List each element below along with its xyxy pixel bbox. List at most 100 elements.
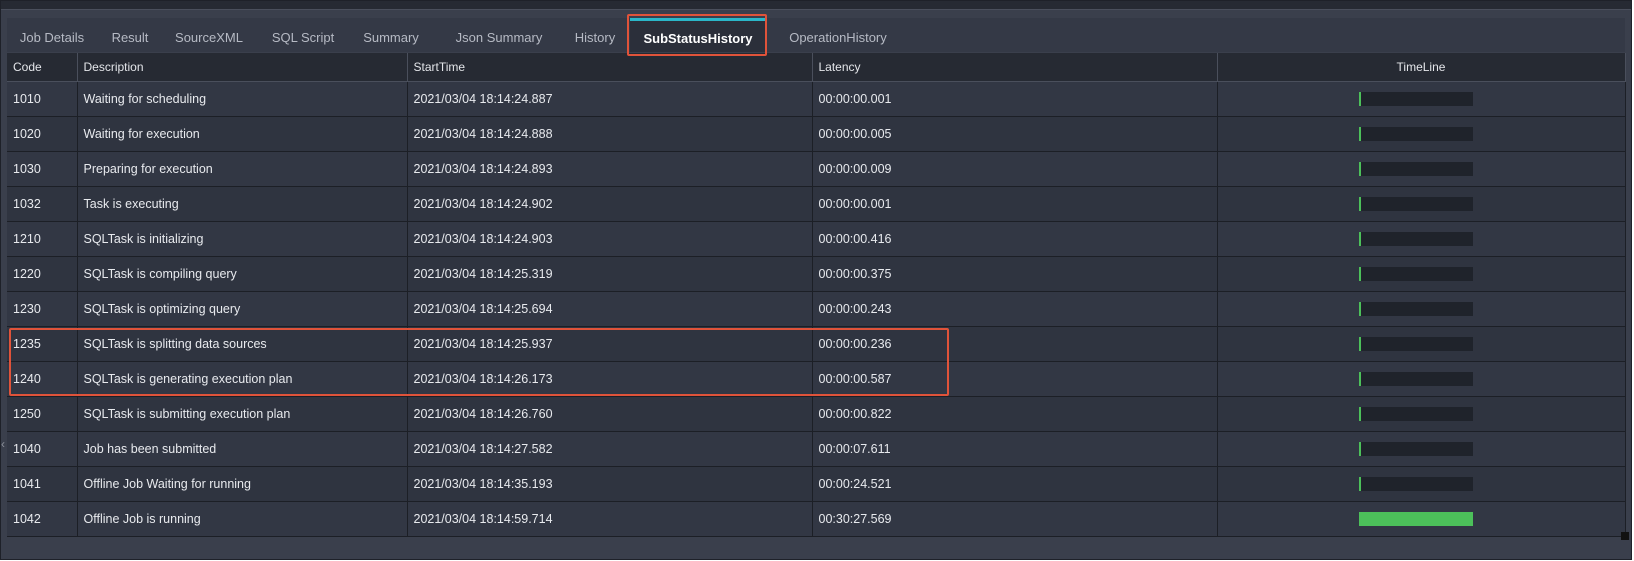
- cell-code: 1010: [7, 81, 78, 117]
- timeline-track: [1358, 232, 1473, 246]
- column-header-starttime[interactable]: StartTime: [407, 53, 813, 82]
- table-row[interactable]: 1042 Offline Job is running 2021/03/04 18:…: [7, 501, 1626, 537]
- table-row[interactable]: 1020 Waiting for execution 2021/03/04 18:1…: [7, 116, 1626, 152]
- cell-starttime: 2021/03/04 18:14:26.760: [407, 396, 813, 432]
- timeline-bar: [1358, 512, 1473, 526]
- cell-starttime: 2021/03/04 18:14:26.173: [407, 361, 813, 397]
- cell-starttime: 2021/03/04 18:14:25.694: [407, 291, 813, 327]
- cell-latency: 00:00:00.001: [812, 186, 1218, 222]
- timeline-bar: [1358, 92, 1361, 106]
- tab-history[interactable]: History: [561, 18, 629, 52]
- cell-starttime: 2021/03/04 18:14:24.888: [407, 116, 813, 152]
- tab-operationhistory[interactable]: OperationHistory: [777, 18, 899, 52]
- cell-latency: 00:00:00.005: [812, 116, 1218, 152]
- cell-description: SQLTask is optimizing query: [77, 291, 408, 327]
- tab-json-summary[interactable]: Json Summary: [447, 18, 551, 52]
- table-row[interactable]: 1230 SQLTask is optimizing query 2021/03/0…: [7, 291, 1626, 327]
- timeline-track: [1358, 477, 1473, 491]
- timeline-bar: [1358, 162, 1361, 176]
- cell-timeline: [1217, 466, 1626, 502]
- timeline-bar: [1358, 477, 1361, 491]
- cell-starttime: 2021/03/04 18:14:35.193: [407, 466, 813, 502]
- timeline-bar: [1358, 302, 1361, 316]
- timeline-bar: [1358, 232, 1361, 246]
- timeline-bar: [1358, 372, 1361, 386]
- tab-substatushistory[interactable]: SubStatusHistory: [630, 18, 766, 52]
- cell-timeline: [1217, 116, 1626, 152]
- cell-code: 1250: [7, 396, 78, 432]
- table-row[interactable]: 1010 Waiting for scheduling 2021/03/04 18:…: [7, 81, 1626, 117]
- table-row[interactable]: 1030 Preparing for execution 2021/03/04 18…: [7, 151, 1626, 187]
- timeline-bar: [1358, 197, 1361, 211]
- cell-description: Offline Job is running: [77, 501, 408, 537]
- cell-description: SQLTask is initializing: [77, 221, 408, 257]
- tab-sourcexml[interactable]: SourceXML: [165, 18, 253, 52]
- cell-description: SQLTask is generating execution plan: [77, 361, 408, 397]
- cell-starttime: 2021/03/04 18:14:24.893: [407, 151, 813, 187]
- timeline-track: [1358, 127, 1473, 141]
- cell-latency: 00:00:00.587: [812, 361, 1218, 397]
- table-row[interactable]: 1240 SQLTask is generating execution plan…: [7, 361, 1626, 397]
- timeline-track: [1358, 442, 1473, 456]
- cell-code: 1235: [7, 326, 78, 362]
- cell-code: 1040: [7, 431, 78, 467]
- timeline-track: [1358, 337, 1473, 351]
- table-row[interactable]: 1235 SQLTask is splitting data sources 202…: [7, 326, 1626, 362]
- cell-latency: 00:00:00.236: [812, 326, 1218, 362]
- cell-code: 1041: [7, 466, 78, 502]
- table-row[interactable]: 1032 Task is executing 2021/03/04 18:14:24…: [7, 186, 1626, 222]
- column-header-description[interactable]: Description: [77, 53, 408, 82]
- table-row[interactable]: 1220 SQLTask is compiling query 2021/03/04…: [7, 256, 1626, 292]
- cell-timeline: [1217, 431, 1626, 467]
- tab-result[interactable]: Result: [97, 18, 163, 52]
- cell-description: SQLTask is splitting data sources: [77, 326, 408, 362]
- timeline-bar: [1358, 127, 1361, 141]
- table-row[interactable]: 1250 SQLTask is submitting execution plan…: [7, 396, 1626, 432]
- cell-starttime: 2021/03/04 18:14:59.714: [407, 501, 813, 537]
- cell-code: 1230: [7, 291, 78, 327]
- cell-starttime: 2021/03/04 18:14:24.902: [407, 186, 813, 222]
- cell-code: 1042: [7, 501, 78, 537]
- tab-summary[interactable]: Summary: [349, 18, 433, 52]
- cell-latency: 00:00:07.611: [812, 431, 1218, 467]
- cell-latency: 00:00:24.521: [812, 466, 1218, 502]
- cell-latency: 00:30:27.569: [812, 501, 1218, 537]
- table-row[interactable]: 1040 Job has been submitted 2021/03/04 18:…: [7, 431, 1626, 467]
- cell-description: Job has been submitted: [77, 431, 408, 467]
- cell-timeline: [1217, 291, 1626, 327]
- cell-timeline: [1217, 501, 1626, 537]
- cell-latency: 00:00:00.375: [812, 256, 1218, 292]
- tab-bar: Job Details Result SourceXML SQL Script …: [7, 18, 1625, 52]
- collapse-arrow-icon[interactable]: ‹: [1, 437, 5, 451]
- cell-timeline: [1217, 326, 1626, 362]
- table-row[interactable]: 1041 Offline Job Waiting for running 2021/…: [7, 466, 1626, 502]
- cell-code: 1220: [7, 256, 78, 292]
- timeline-track: [1358, 92, 1473, 106]
- cell-description: Task is executing: [77, 186, 408, 222]
- cell-code: 1020: [7, 116, 78, 152]
- tab-sql-script[interactable]: SQL Script: [259, 18, 347, 52]
- cell-starttime: 2021/03/04 18:14:25.319: [407, 256, 813, 292]
- table-header-row: Code Description StartTime Latency TimeL…: [7, 53, 1626, 82]
- cell-timeline: [1217, 361, 1626, 397]
- timeline-track: [1358, 372, 1473, 386]
- column-header-latency[interactable]: Latency: [812, 53, 1218, 82]
- cell-description: Waiting for execution: [77, 116, 408, 152]
- timeline-track: [1358, 267, 1473, 281]
- substatus-table: Code Description StartTime Latency TimeL…: [7, 53, 1626, 537]
- cell-latency: 00:00:00.009: [812, 151, 1218, 187]
- cell-code: 1210: [7, 221, 78, 257]
- cell-timeline: [1217, 256, 1626, 292]
- cell-description: SQLTask is compiling query: [77, 256, 408, 292]
- cell-latency: 00:00:00.243: [812, 291, 1218, 327]
- resize-grip[interactable]: [1621, 532, 1629, 540]
- table-row[interactable]: 1210 SQLTask is initializing 2021/03/04 18…: [7, 221, 1626, 257]
- timeline-bar: [1358, 407, 1361, 421]
- column-header-timeline[interactable]: TimeLine: [1217, 53, 1626, 82]
- column-header-code[interactable]: Code: [7, 53, 78, 82]
- cell-latency: 00:00:00.001: [812, 81, 1218, 117]
- timeline-track: [1358, 162, 1473, 176]
- timeline-track: [1358, 302, 1473, 316]
- top-strip: [1, 1, 1631, 10]
- tab-job-details[interactable]: Job Details: [7, 18, 97, 52]
